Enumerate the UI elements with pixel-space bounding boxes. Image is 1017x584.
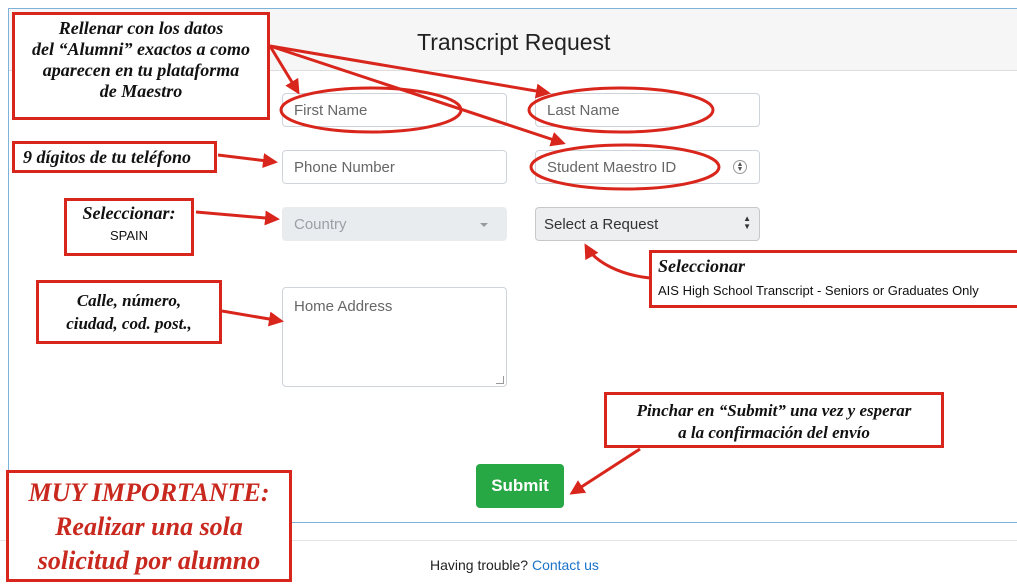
alumni-data-annotation: Rellenar con los datos del “Alumni” exac… — [12, 12, 270, 120]
address-annotation-line: ciudad, cod. post., — [66, 314, 192, 333]
first-name-placeholder: First Name — [294, 101, 368, 119]
country-placeholder: Country — [294, 215, 347, 233]
alumni-annotation-line: Rellenar con los datos — [58, 18, 224, 38]
country-annotation: Seleccionar: SPAIN — [64, 198, 194, 256]
last-name-input[interactable]: Last Name — [535, 93, 760, 127]
country-annotation-label: Seleccionar: — [82, 203, 176, 223]
phone-number-input[interactable]: Phone Number — [282, 150, 507, 184]
last-name-placeholder: Last Name — [547, 101, 620, 119]
address-annotation-line: Calle, número, — [76, 291, 182, 310]
request-annotation-value: AIS High School Transcript - Seniors or … — [658, 283, 979, 298]
select-arrows-icon: ▲ ▼ — [743, 214, 751, 231]
important-annotation-line: solicitud por alumno — [37, 546, 261, 575]
footer: Having trouble? Contact us — [430, 557, 599, 573]
home-address-textarea[interactable]: Home Address — [282, 287, 507, 387]
alumni-annotation-line: de Maestro — [99, 81, 183, 101]
phone-number-placeholder: Phone Number — [294, 158, 395, 176]
important-annotation: MUY IMPORTANTE: Realizar una sola solici… — [6, 470, 292, 582]
phone-annotation: 9 dígitos de tu teléfono — [12, 141, 217, 173]
page-title: Transcript Request — [417, 29, 611, 55]
country-annotation-value: SPAIN — [109, 228, 149, 243]
submit-annotation: Pinchar en “Submit” una vez y esperar a … — [604, 392, 944, 448]
important-annotation-line: MUY IMPORTANTE: — [28, 478, 270, 507]
request-type-select[interactable]: Select a Request ▲ ▼ — [535, 207, 760, 241]
request-annotation-label: Seleccionar — [658, 256, 745, 276]
chevron-down-icon — [480, 223, 488, 227]
home-address-placeholder: Home Address — [294, 298, 393, 315]
footer-text: Having trouble? — [430, 557, 529, 573]
important-annotation-line: Realizar una sola — [55, 512, 243, 541]
alumni-annotation-line: aparecen en tu plataforma — [42, 60, 240, 80]
request-type-value: Select a Request — [544, 215, 659, 233]
student-maestro-id-placeholder: Student Maestro ID — [547, 158, 677, 176]
address-annotation: Calle, número, ciudad, cod. post., — [36, 280, 222, 344]
submit-annotation-line: a la confirmación del envío — [678, 423, 870, 442]
request-annotation: Seleccionar AIS High School Transcript -… — [649, 250, 1017, 308]
student-maestro-id-input[interactable]: Student Maestro ID ▲ ▼ — [535, 150, 760, 184]
first-name-input[interactable]: First Name — [282, 93, 507, 127]
resize-handle-icon[interactable] — [496, 376, 504, 384]
submit-button[interactable]: Submit — [476, 464, 564, 508]
country-select[interactable]: Country — [282, 207, 507, 241]
number-stepper-icon[interactable]: ▲ ▼ — [733, 160, 747, 174]
alumni-annotation-line: del “Alumni” exactos a como — [32, 39, 250, 59]
contact-us-link[interactable]: Contact us — [532, 557, 599, 573]
submit-annotation-line: Pinchar en “Submit” una vez y esperar — [636, 401, 912, 420]
